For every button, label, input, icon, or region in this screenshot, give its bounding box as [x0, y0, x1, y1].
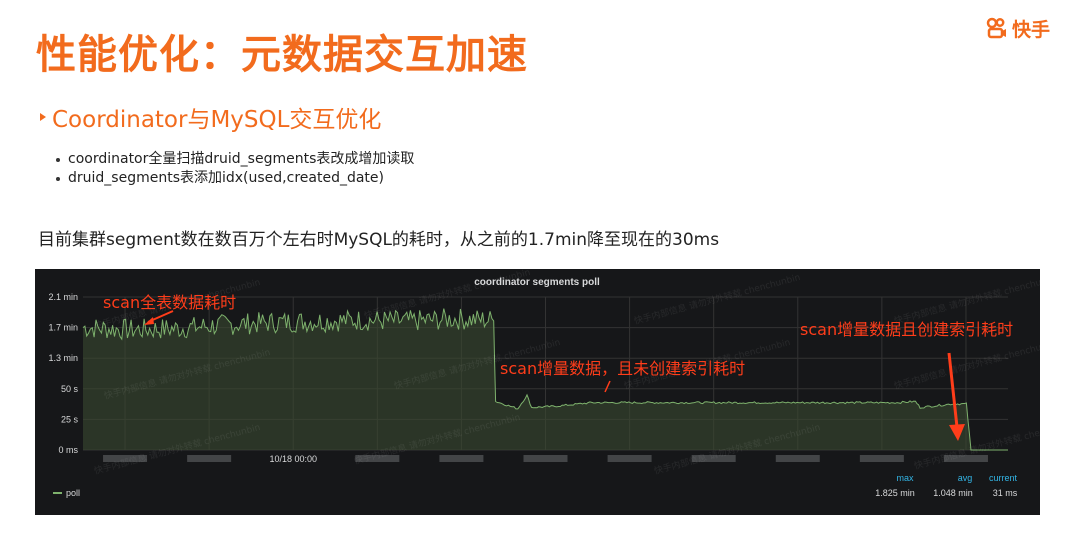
watermark-text: 快手内部信息 请勿对外转载 chenchunbin	[363, 269, 532, 322]
bullet-item: druid_segments表添加idx(used,created_date)	[54, 169, 414, 188]
y-tick-label: 0 ms	[58, 445, 78, 455]
annotation-incremental-with-index: scan增量数据且创建索引耗时	[800, 320, 1013, 339]
x-tick-label-redacted	[523, 455, 568, 462]
stat-header-current: current	[989, 473, 1018, 483]
legend-label: poll	[66, 488, 80, 498]
grafana-panel: coordinator segments poll 2.1 min 1.7 min 1…	[35, 269, 1040, 515]
annotation-incremental-no-index: scan增量数据，且未创建索引耗时	[500, 359, 745, 378]
x-tick-label-redacted	[859, 455, 904, 462]
watermark-text: 快手内部信息 请勿对外转载 chenchunbin	[633, 271, 802, 327]
annotation-arrow	[604, 380, 611, 393]
annotation-full-scan: scan全表数据耗时	[103, 293, 236, 312]
y-tick-label: 2.1 min	[48, 292, 78, 302]
line-chart: coordinator segments poll2.1 min1.7 min1…	[48, 269, 1040, 498]
summary-text: 目前集群segment数在数百万个左右时MySQL的耗时，从之前的1.7min降…	[38, 230, 720, 250]
stat-value: 31 ms	[993, 488, 1018, 498]
x-tick-label-redacted	[187, 455, 232, 462]
stat-header-max: max	[896, 473, 914, 483]
brand-logo: 快手	[986, 14, 1050, 42]
bullet-list: coordinator全量扫描druid_segments表改成增加读取 dru…	[54, 150, 414, 188]
y-tick-label: 1.7 min	[48, 323, 78, 333]
stat-value: 1.048 min	[933, 488, 973, 498]
x-tick-label-redacted	[439, 455, 484, 462]
x-tick-label: 10/18 00:00	[269, 454, 317, 464]
subheading: Coordinator与MySQL交互优化	[40, 100, 381, 134]
x-tick-label-redacted	[607, 455, 652, 462]
stat-value: 1.825 min	[875, 488, 915, 498]
y-tick-label: 50 s	[61, 384, 79, 394]
triangle-bullet-icon	[40, 113, 46, 121]
kuaishou-logo-icon	[986, 17, 1006, 39]
page-title: 性能优化：元数据交互加速	[36, 32, 528, 78]
y-tick-label: 25 s	[61, 414, 79, 424]
x-tick-label-redacted	[775, 455, 820, 462]
bullet-item: coordinator全量扫描druid_segments表改成增加读取	[54, 150, 414, 169]
subheading-text: Coordinator与MySQL交互优化	[52, 107, 382, 133]
brand-name: 快手	[1012, 18, 1051, 41]
y-tick-label: 1.3 min	[48, 353, 78, 363]
stat-header-avg: avg	[958, 473, 973, 483]
